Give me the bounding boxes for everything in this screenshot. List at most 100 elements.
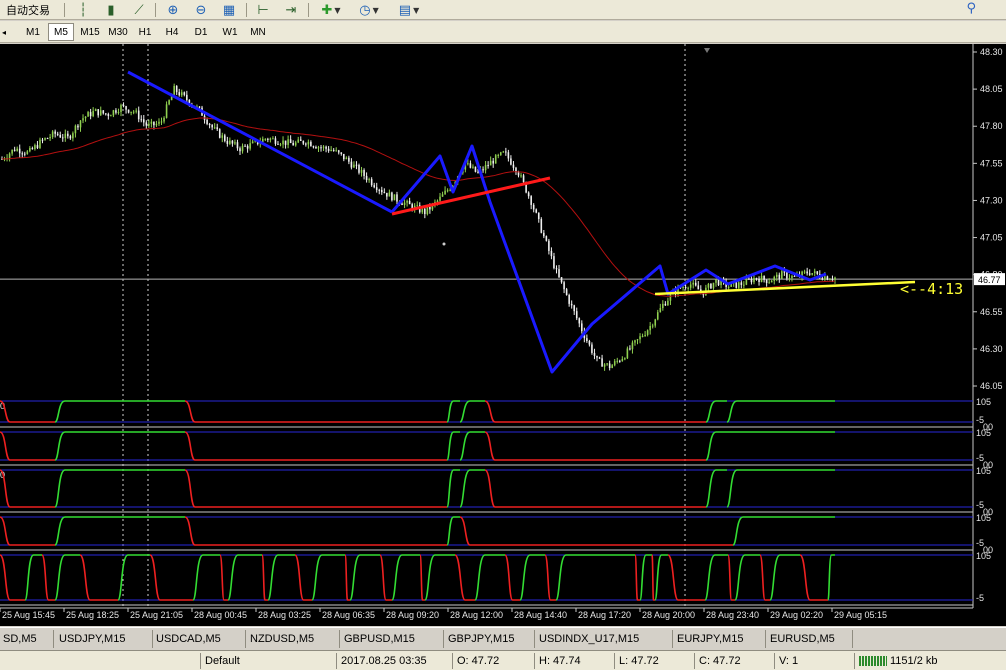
timeframe-h4[interactable]: H4: [160, 23, 184, 41]
candle-body: [808, 273, 811, 275]
candle-body: [355, 164, 358, 166]
candle-body: [299, 139, 302, 141]
tab-gbpusd-m15[interactable]: GBPUSD,M15: [341, 630, 444, 648]
candle-body: [180, 92, 183, 96]
timeframe-mn[interactable]: MN: [245, 23, 271, 41]
candle-body: [211, 125, 213, 128]
candle-body: [396, 194, 398, 202]
candle-body: [788, 278, 791, 280]
line-chart-icon[interactable]: ⟋: [128, 1, 150, 19]
indicators-icon[interactable]: ✚ ▼: [314, 1, 348, 19]
candle-body: [494, 155, 497, 164]
candle-body: [550, 250, 553, 257]
toolbar-separator: [155, 3, 156, 17]
candle-body: [436, 200, 439, 202]
candle-body: [651, 325, 654, 327]
candle-body: [153, 121, 155, 126]
chart-shift-icon[interactable]: ⊢: [252, 1, 274, 19]
oscillator-down-segment: [484, 431, 706, 461]
zoom-in-icon[interactable]: ⊕: [162, 1, 184, 19]
tab-usdjpy-m15[interactable]: USDJPY,M15: [56, 630, 153, 648]
tile-windows-icon[interactable]: ▦: [218, 1, 240, 19]
candle-body: [282, 140, 284, 145]
candle-body: [646, 330, 649, 335]
candle-body: [244, 145, 246, 147]
timeframe-h1[interactable]: H1: [133, 23, 157, 41]
search-icon[interactable]: ⚲: [966, 1, 976, 16]
candle-body: [608, 363, 611, 369]
bar-chart-icon[interactable]: ┆: [72, 1, 94, 19]
candle-body: [641, 335, 644, 337]
candle-body: [489, 160, 492, 166]
periods-icon[interactable]: ◷ ▼: [352, 1, 386, 19]
candle-body: [340, 152, 343, 154]
tab-usdindx-m15[interactable]: USDINDX_U17,M15: [536, 630, 673, 648]
oscillator-down-segment: [184, 469, 447, 508]
candle-body: [137, 110, 140, 120]
tab-eurusd-m5[interactable]: EURUSD,M5: [767, 630, 853, 648]
indicator-panes: 105-5000105-500105-5000105-500105-5: [0, 397, 993, 606]
candle-body: [553, 256, 555, 269]
tab-sd-m5[interactable]: SD,M5: [0, 630, 54, 648]
status-profile[interactable]: Default: [200, 653, 336, 669]
timeframe-m1[interactable]: M1: [20, 23, 46, 41]
candle-body: [107, 113, 110, 117]
timeframe-m15[interactable]: M15: [76, 23, 104, 41]
candle-body: [540, 219, 543, 233]
candle-body: [548, 240, 550, 251]
countdown-label: <--4:13: [900, 280, 963, 298]
candle-body: [737, 282, 740, 288]
candle-body: [350, 161, 353, 168]
candle-body: [213, 127, 216, 129]
candle-chart-icon[interactable]: ▮: [100, 1, 122, 19]
candle-body: [755, 278, 758, 280]
oscillator-down-segment: [634, 554, 640, 601]
candle-body: [186, 94, 188, 100]
chart-window[interactable]: 48.3048.0547.8047.5547.3047.0546.8046.55…: [0, 44, 1006, 626]
candle-body: [510, 158, 512, 165]
oscillator-down-segment: [0, 516, 55, 546]
timeframe-m30[interactable]: M30: [104, 23, 132, 41]
oscillator-up-segment: [769, 554, 800, 601]
candle-body: [606, 363, 608, 365]
candle-body: [287, 139, 289, 145]
candle-body: [581, 323, 583, 332]
oscillator-up-segment: [705, 469, 727, 508]
candle-body: [79, 120, 82, 128]
timeframe-m5[interactable]: M5: [48, 23, 74, 41]
candle-body: [727, 286, 730, 288]
time-tick-label: 25 Aug 18:25: [66, 610, 119, 620]
status-low: L: 47.72: [614, 653, 694, 669]
candlesticks: [1, 83, 836, 371]
autoscroll-icon[interactable]: ⇥: [280, 1, 302, 19]
timeframe-d1[interactable]: D1: [189, 23, 213, 41]
tab-gbpjpy-m15[interactable]: GBPJPY,M15: [445, 630, 535, 648]
tab-eurjpy-m15[interactable]: EURJPY,M15: [674, 630, 766, 648]
candle-body: [446, 190, 449, 192]
chart-shift-marker[interactable]: [704, 48, 710, 53]
tab-nzdusd-m5[interactable]: NZDUSD,M5: [247, 630, 340, 648]
tab-usdcad-m5[interactable]: USDCAD,M5: [153, 630, 246, 648]
price-tick-label: 47.30: [980, 195, 1003, 205]
candle-body: [69, 136, 72, 139]
candle-body: [484, 165, 487, 171]
candle-body: [21, 153, 24, 155]
timeframe-w1[interactable]: W1: [217, 23, 243, 41]
templates-icon[interactable]: ▤ ▼: [392, 1, 426, 19]
chevron-left-icon[interactable]: ◂: [0, 23, 8, 41]
candle-body: [429, 206, 431, 210]
status-open: O: 47.72: [452, 653, 534, 669]
price-tick-label: 47.55: [980, 158, 1003, 168]
price-chart[interactable]: 48.3048.0547.8047.5547.3047.0546.8046.55…: [0, 44, 1006, 626]
zoom-out-icon[interactable]: ⊖: [190, 1, 212, 19]
oscillator-up-segment: [54, 431, 185, 461]
candle-body: [816, 271, 819, 274]
candle-body: [274, 138, 277, 144]
auto-trade-button[interactable]: 自动交易: [0, 1, 62, 19]
candle-body: [740, 282, 743, 285]
oscillator-up-segment: [654, 554, 668, 601]
candle-body: [611, 365, 613, 369]
oscillator-down-segment: [261, 554, 268, 601]
level-minus5-label: -5: [976, 593, 984, 603]
candle-body: [472, 166, 474, 168]
